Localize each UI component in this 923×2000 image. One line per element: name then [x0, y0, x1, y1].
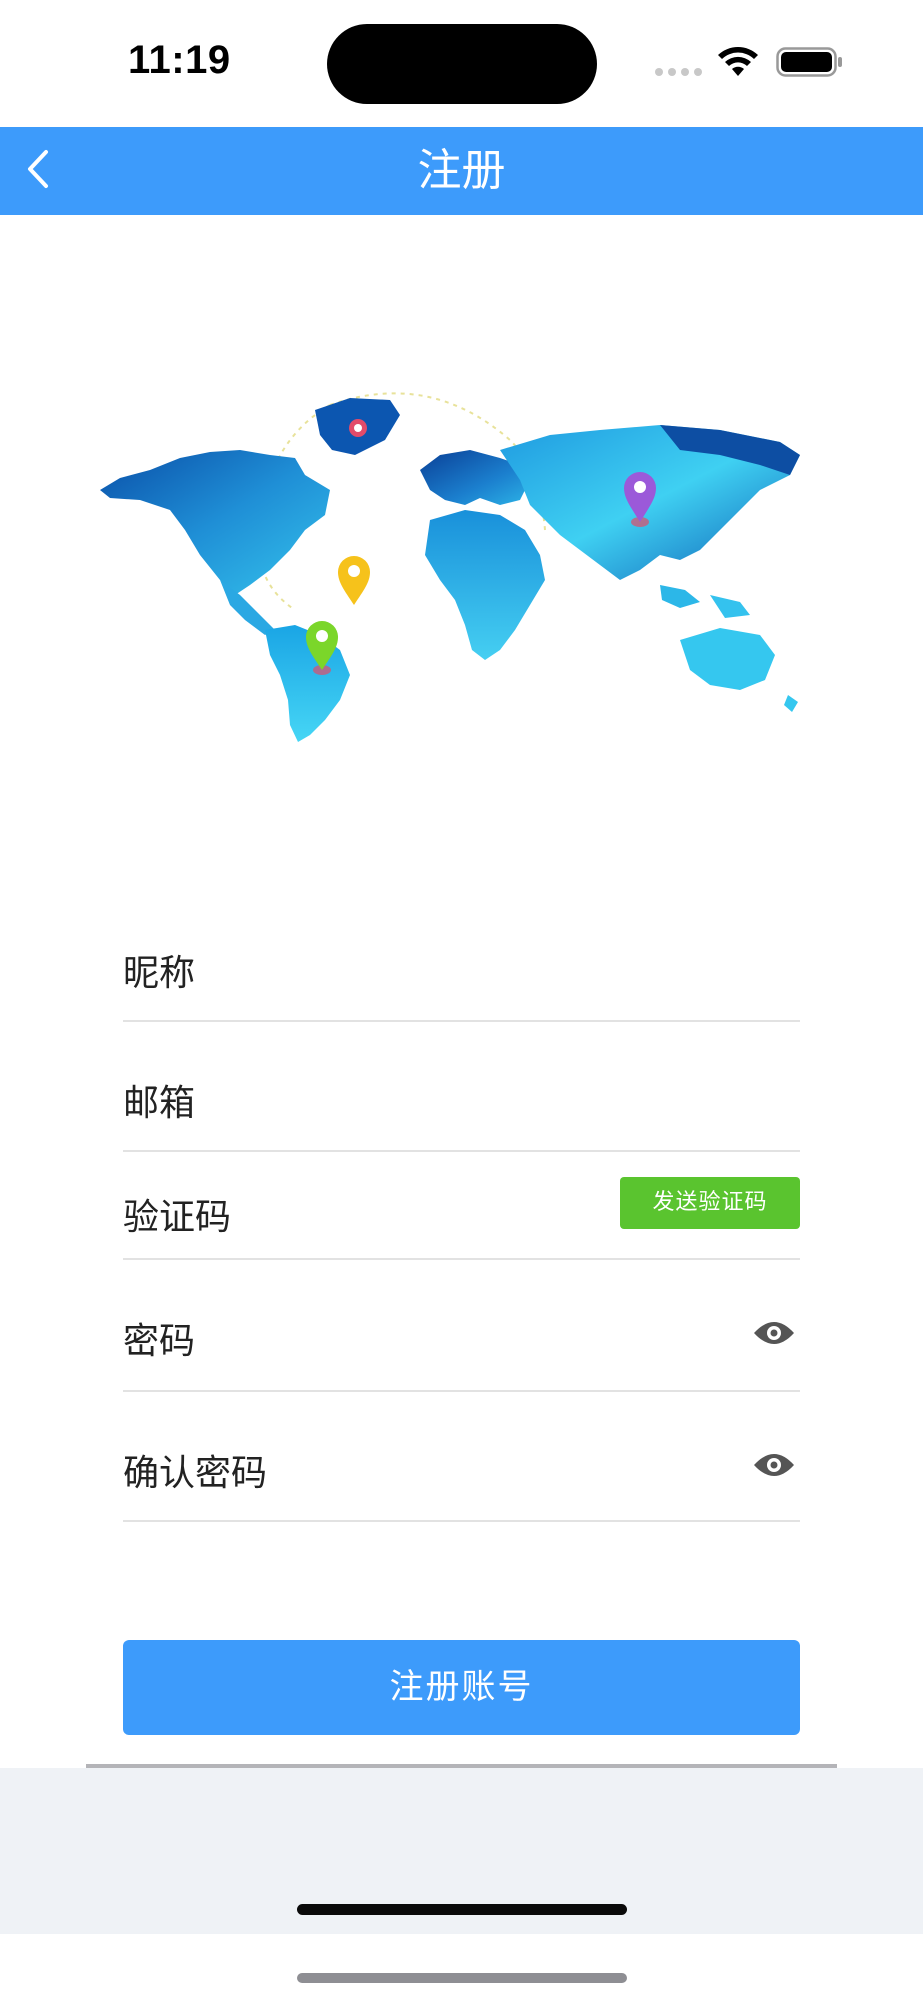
- nickname-label: 昵称: [123, 953, 196, 994]
- email-field[interactable]: 邮箱: [123, 1022, 800, 1152]
- dynamic-island: [327, 24, 597, 104]
- confirm-password-label: 确认密码: [123, 1453, 268, 1494]
- verification-code-field[interactable]: 验证码 发送验证码: [123, 1152, 800, 1260]
- verification-code-label: 验证码: [123, 1197, 232, 1238]
- eye-icon[interactable]: [752, 1318, 796, 1348]
- nav-bar: 注册: [0, 127, 923, 215]
- eye-icon[interactable]: [752, 1450, 796, 1480]
- world-map-illustration: [100, 380, 805, 745]
- status-time: 11:19: [128, 38, 231, 82]
- password-field[interactable]: 密码: [123, 1260, 800, 1392]
- register-form: 昵称 邮箱 验证码 发送验证码 密码 确认密码: [123, 902, 800, 1522]
- page-title: 注册: [417, 145, 506, 196]
- password-label: 密码: [123, 1321, 196, 1362]
- send-code-button[interactable]: 发送验证码: [620, 1177, 800, 1229]
- status-bar: 11:19: [0, 0, 923, 127]
- battery-icon: [776, 47, 842, 77]
- cellular-signal-icon: [655, 68, 702, 76]
- wifi-icon: [718, 47, 758, 76]
- home-indicator[interactable]: [297, 1904, 627, 1915]
- home-indicator-secondary: [297, 1973, 627, 1983]
- nickname-field[interactable]: 昵称: [123, 902, 800, 1022]
- register-button[interactable]: 注册账号: [123, 1640, 800, 1735]
- confirm-password-field[interactable]: 确认密码: [123, 1392, 800, 1522]
- email-label: 邮箱: [123, 1083, 196, 1124]
